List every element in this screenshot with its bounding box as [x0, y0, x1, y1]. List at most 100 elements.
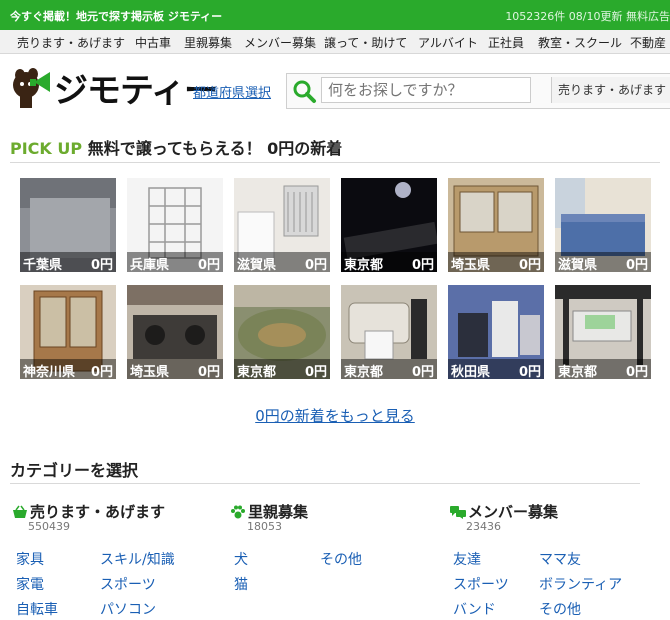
prefecture-select-link[interactable]: 都道府県選択 [193, 82, 271, 101]
nav-item-pet-adoption[interactable]: 里親募集 [184, 34, 232, 51]
nav-item-give-help[interactable]: 譲って・助けて [324, 34, 407, 51]
listing-caption: 秋田県 0円 [448, 359, 544, 379]
listing-prefecture: 兵庫県 [130, 258, 170, 272]
category-count: 550439 [28, 520, 70, 533]
nav-item-full-time[interactable]: 正社員 [488, 34, 524, 51]
category-name: 里親募集 [248, 503, 309, 521]
category-nav: 売ります・あげます 中古車 里親募集 メンバー募集 譲って・助けて アルバイト … [0, 30, 670, 54]
listing-caption: 埼玉県 0円 [127, 359, 223, 379]
listing-prefecture: 滋賀県 [237, 258, 277, 272]
listing-price: 0円 [625, 365, 648, 379]
listing-prefecture: 秋田県 [451, 365, 491, 379]
listing-caption: 神奈川県 0円 [20, 359, 116, 379]
listing-caption: 東京都 0円 [341, 359, 437, 379]
category-link-band[interactable]: バンド [453, 599, 496, 619]
pickup-heading: PICK UP 無料で譲ってもらえる！ 0円の新着 [10, 135, 342, 159]
search-input[interactable] [321, 77, 531, 103]
divider [10, 162, 660, 163]
listing-thumbnail[interactable]: 埼玉県 0円 [448, 178, 544, 272]
listing-thumbnail[interactable]: 東京都 0円 [341, 178, 437, 272]
listing-thumbnail[interactable]: 埼玉県 0円 [127, 285, 223, 379]
category-link-cats[interactable]: 猫 [234, 574, 248, 594]
category-members-heading[interactable]: メンバー募集 [450, 501, 558, 522]
listing-prefecture: 東京都 [237, 365, 277, 379]
listing-price: 0円 [304, 258, 327, 272]
more-free-items-link[interactable]: 0円の新着をもっと見る [0, 405, 670, 426]
listing-prefecture: 東京都 [344, 365, 384, 379]
category-link-member-sports[interactable]: スポーツ [453, 574, 509, 594]
listing-prefecture: 滋賀県 [558, 258, 598, 272]
listing-price: 0円 [518, 365, 541, 379]
listing-thumbnail[interactable]: 東京都 0円 [555, 285, 651, 379]
listing-price: 0円 [625, 258, 648, 272]
category-sell-heading[interactable]: 売ります・あげます [12, 501, 165, 522]
listing-prefecture: 東京都 [344, 258, 384, 272]
top-banner: 今すぐ掲載！地元で探す掲示板 ジモティー 1052326件 08/10更新 無料… [0, 0, 670, 30]
category-link-furniture[interactable]: 家具 [16, 549, 44, 569]
basket-icon [13, 505, 27, 518]
category-count: 18053 [247, 520, 282, 533]
category-link-skills[interactable]: スキル/知識 [100, 549, 175, 569]
jmty-logo[interactable]: ジモティー [10, 60, 218, 111]
search-button[interactable] [287, 74, 321, 108]
listing-thumbnail[interactable]: 兵庫県 0円 [127, 178, 223, 272]
listing-price: 0円 [304, 365, 327, 379]
category-count: 23436 [466, 520, 501, 533]
listing-price: 0円 [197, 365, 220, 379]
listing-thumbnail[interactable]: 滋賀県 0円 [234, 178, 330, 272]
category-name: メンバー募集 [468, 503, 559, 521]
search-bar: 売ります・あげます [286, 73, 670, 109]
category-link-mom-friends[interactable]: ママ友 [539, 549, 581, 569]
category-name: 売ります・あげます [30, 503, 166, 521]
nav-item-school[interactable]: 教室・スクール [538, 34, 622, 51]
listing-price: 0円 [90, 365, 113, 379]
listing-prefecture: 埼玉県 [451, 258, 491, 272]
category-heading: カテゴリーを選択 [10, 461, 139, 480]
nav-item-part-time[interactable]: アルバイト [418, 34, 478, 51]
listing-price: 0円 [411, 365, 434, 379]
listing-caption: 兵庫県 0円 [127, 252, 223, 272]
category-link-other-pets[interactable]: その他 [320, 549, 362, 569]
listing-caption: 滋賀県 0円 [555, 252, 651, 272]
category-link-other-members[interactable]: その他 [539, 599, 581, 619]
category-link-dogs[interactable]: 犬 [234, 549, 248, 569]
search-icon [293, 80, 316, 103]
listing-prefecture: 千葉県 [23, 258, 63, 272]
category-link-appliances[interactable]: 家電 [16, 574, 44, 594]
listing-price: 0円 [518, 258, 541, 272]
listing-price: 0円 [411, 258, 434, 272]
listing-prefecture: 神奈川県 [23, 365, 76, 379]
site-tagline: 今すぐ掲載！地元で探す掲示板 ジモティー [10, 10, 223, 23]
listing-thumbnail[interactable]: 東京都 0円 [341, 285, 437, 379]
category-link-friends[interactable]: 友達 [453, 549, 481, 569]
listing-caption: 東京都 0円 [234, 359, 330, 379]
listing-caption: 滋賀県 0円 [234, 252, 330, 272]
listing-caption: 東京都 0円 [555, 359, 651, 379]
listing-caption: 埼玉県 0円 [448, 252, 544, 272]
listing-thumbnail[interactable]: 滋賀県 0円 [555, 178, 651, 272]
listing-price: 0円 [90, 258, 113, 272]
divider [10, 483, 640, 484]
paw-icon [231, 505, 245, 519]
pickup-label: PICK UP [10, 139, 83, 158]
listing-thumbnail[interactable]: 千葉県 0円 [20, 178, 116, 272]
listing-caption: 東京都 0円 [341, 252, 437, 272]
category-pets-heading[interactable]: 里親募集 [230, 501, 308, 522]
nav-item-sell[interactable]: 売ります・あげます [17, 34, 125, 51]
chat-bubbles-icon [450, 506, 466, 519]
listing-prefecture: 東京都 [558, 365, 598, 379]
nav-item-used-cars[interactable]: 中古車 [135, 34, 171, 51]
nav-item-members[interactable]: メンバー募集 [244, 34, 316, 51]
listing-thumbnail[interactable]: 神奈川県 0円 [20, 285, 116, 379]
category-link-bicycles[interactable]: 自転車 [16, 599, 58, 619]
nav-item-real-estate[interactable]: 不動産 [630, 34, 666, 51]
listing-thumbnail[interactable]: 東京都 0円 [234, 285, 330, 379]
listing-stats: 1052326件 08/10更新 無料広告 [505, 10, 670, 23]
search-category-select[interactable]: 売ります・あげます [551, 77, 670, 103]
listing-prefecture: 埼玉県 [130, 365, 170, 379]
category-link-sports[interactable]: スポーツ [100, 574, 156, 594]
listing-caption: 千葉県 0円 [20, 252, 116, 272]
listing-thumbnail[interactable]: 秋田県 0円 [448, 285, 544, 379]
category-link-volunteer[interactable]: ボランティア [539, 574, 622, 594]
category-link-computers[interactable]: パソコン [100, 599, 156, 619]
